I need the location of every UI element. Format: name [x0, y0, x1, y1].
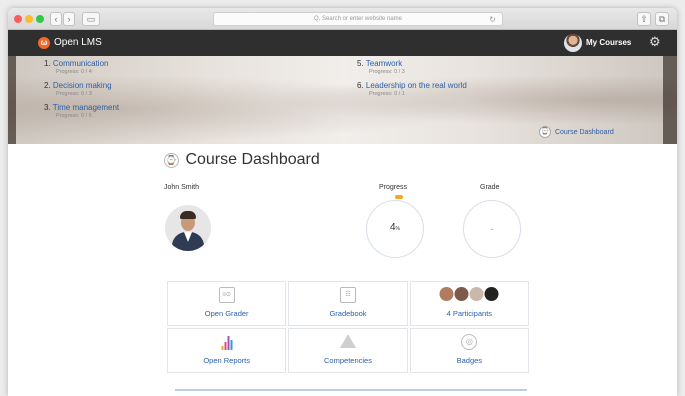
open-reports-tile[interactable]: Open Reports — [167, 328, 287, 373]
dashboard-main: ⌚ Course Dashboard John Smith Progress 4… — [8, 144, 677, 396]
tile-label: Competencies — [324, 356, 372, 365]
participant-avatar — [484, 287, 499, 301]
course-progress: Progress: 0 / 1 — [369, 91, 405, 97]
user-name: John Smith — [164, 184, 200, 191]
banner-edge-right — [663, 56, 677, 144]
badges-tile[interactable]: ◎ Badges — [409, 328, 529, 373]
forward-button[interactable]: › — [63, 12, 75, 26]
grade-value: - — [490, 224, 494, 234]
chart-bar — [221, 346, 224, 350]
course-banner: 1. Communication Progress: 0 / 4 2. Deci… — [8, 56, 677, 144]
reload-icon[interactable]: ↻ — [489, 14, 496, 26]
dashboard-tiles: ≡⊙ Open Grader ☷ Gradebook 4 Participant… — [167, 281, 529, 373]
badge-icon: ◎ — [461, 334, 478, 350]
browser-window: ‹ › ▭ Q, Search or enter website name ↻ … — [8, 8, 677, 396]
participant-avatar — [439, 287, 454, 301]
progress-label: Progress — [379, 184, 408, 191]
course-number: 2. — [44, 81, 51, 90]
course-list-item[interactable]: 5. Teamwork Progress: 0 / 3 — [357, 59, 405, 75]
competencies-tile[interactable]: Competencies — [288, 328, 408, 373]
participant-avatar — [469, 287, 484, 301]
course-link[interactable]: Leadership on the real world — [366, 81, 467, 90]
back-button[interactable]: ‹ — [50, 12, 62, 26]
course-list-item[interactable]: 2. Decision making Progress: 0 / 3 — [44, 81, 112, 97]
progress-arc — [395, 195, 403, 199]
progress-value-wrap: 4% — [367, 222, 423, 233]
close-window-button[interactable] — [14, 15, 22, 23]
course-link[interactable]: Communication — [53, 59, 109, 68]
course-number: 1. — [44, 59, 51, 68]
tile-label: Open Reports — [203, 356, 251, 365]
participants-tile[interactable]: 4 Participants — [409, 281, 529, 326]
tile-label: Gradebook — [329, 309, 367, 318]
app-header: ω Open LMS My Courses ⚙ — [8, 30, 677, 56]
participants-avatars — [439, 287, 499, 301]
course-progress: Progress: 0 / 6 — [56, 113, 92, 119]
tile-label: Open Grader — [204, 309, 249, 318]
reports-chart-icon — [221, 334, 233, 350]
zoom-window-button[interactable] — [36, 15, 44, 23]
course-progress: Progress: 0 / 3 — [56, 91, 92, 97]
chart-bar — [227, 336, 230, 350]
chart-bar — [230, 340, 233, 350]
grade-circle: - — [463, 200, 521, 258]
course-number: 3. — [44, 103, 51, 112]
open-grader-tile[interactable]: ≡⊙ Open Grader — [167, 281, 287, 326]
course-list-item[interactable]: 1. Communication Progress: 0 / 4 — [44, 59, 108, 75]
course-link[interactable]: Decision making — [53, 81, 112, 90]
course-progress: Progress: 0 / 4 — [56, 69, 92, 75]
tile-label: Badges — [456, 356, 483, 365]
course-list-item[interactable]: 6. Leadership on the real world Progress… — [357, 81, 467, 97]
progress-unit: % — [395, 226, 400, 232]
gradebook-icon: ☷ — [339, 287, 356, 303]
brand-name[interactable]: Open LMS — [54, 37, 102, 48]
user-avatar-small[interactable] — [564, 34, 582, 52]
course-dashboard-link[interactable]: ⌚ Course Dashboard — [539, 126, 614, 138]
share-icon[interactable]: ⇧ — [637, 12, 651, 26]
competencies-icon — [339, 334, 356, 348]
gear-icon[interactable]: ⚙ — [649, 35, 661, 49]
address-bar[interactable]: Q, Search or enter website name ↻ — [213, 12, 503, 26]
user-avatar[interactable] — [165, 205, 211, 251]
browser-toolbar: ‹ › ▭ Q, Search or enter website name ↻ … — [8, 8, 677, 30]
my-courses-menu[interactable]: My Courses — [586, 38, 631, 47]
dashboard-icon: ⌚ — [164, 152, 179, 168]
course-link[interactable]: Time management — [53, 103, 119, 112]
course-number: 5. — [357, 59, 364, 68]
page-title-row: ⌚ Course Dashboard — [164, 151, 320, 169]
tile-label: 4 Participants — [446, 309, 493, 318]
tabs-icon[interactable]: ⧉ — [655, 12, 669, 26]
grader-icon: ≡⊙ — [218, 287, 235, 303]
course-link[interactable]: Teamwork — [366, 59, 402, 68]
dashboard-icon: ⌚ — [539, 126, 551, 138]
chart-bar — [224, 342, 227, 350]
course-progress: Progress: 0 / 3 — [369, 69, 405, 75]
page-title: Course Dashboard — [185, 151, 320, 168]
open-lms-logo-icon[interactable]: ω — [38, 37, 50, 49]
minimize-window-button[interactable] — [25, 15, 33, 23]
banner-edge-left — [8, 56, 16, 144]
course-number: 6. — [357, 81, 364, 90]
progress-circle: 4% — [366, 200, 424, 258]
gradebook-tile[interactable]: ☷ Gradebook — [288, 281, 408, 326]
address-placeholder: Q, Search or enter website name — [313, 16, 403, 22]
sidebar-toggle-icon[interactable]: ▭ — [82, 12, 100, 26]
course-dashboard-label: Course Dashboard — [554, 128, 614, 136]
section-divider — [175, 389, 527, 391]
grade-label: Grade — [480, 184, 500, 191]
course-list-item[interactable]: 3. Time management Progress: 0 / 6 — [44, 103, 119, 119]
participant-avatar — [454, 287, 469, 301]
avatar-hair — [180, 211, 196, 219]
